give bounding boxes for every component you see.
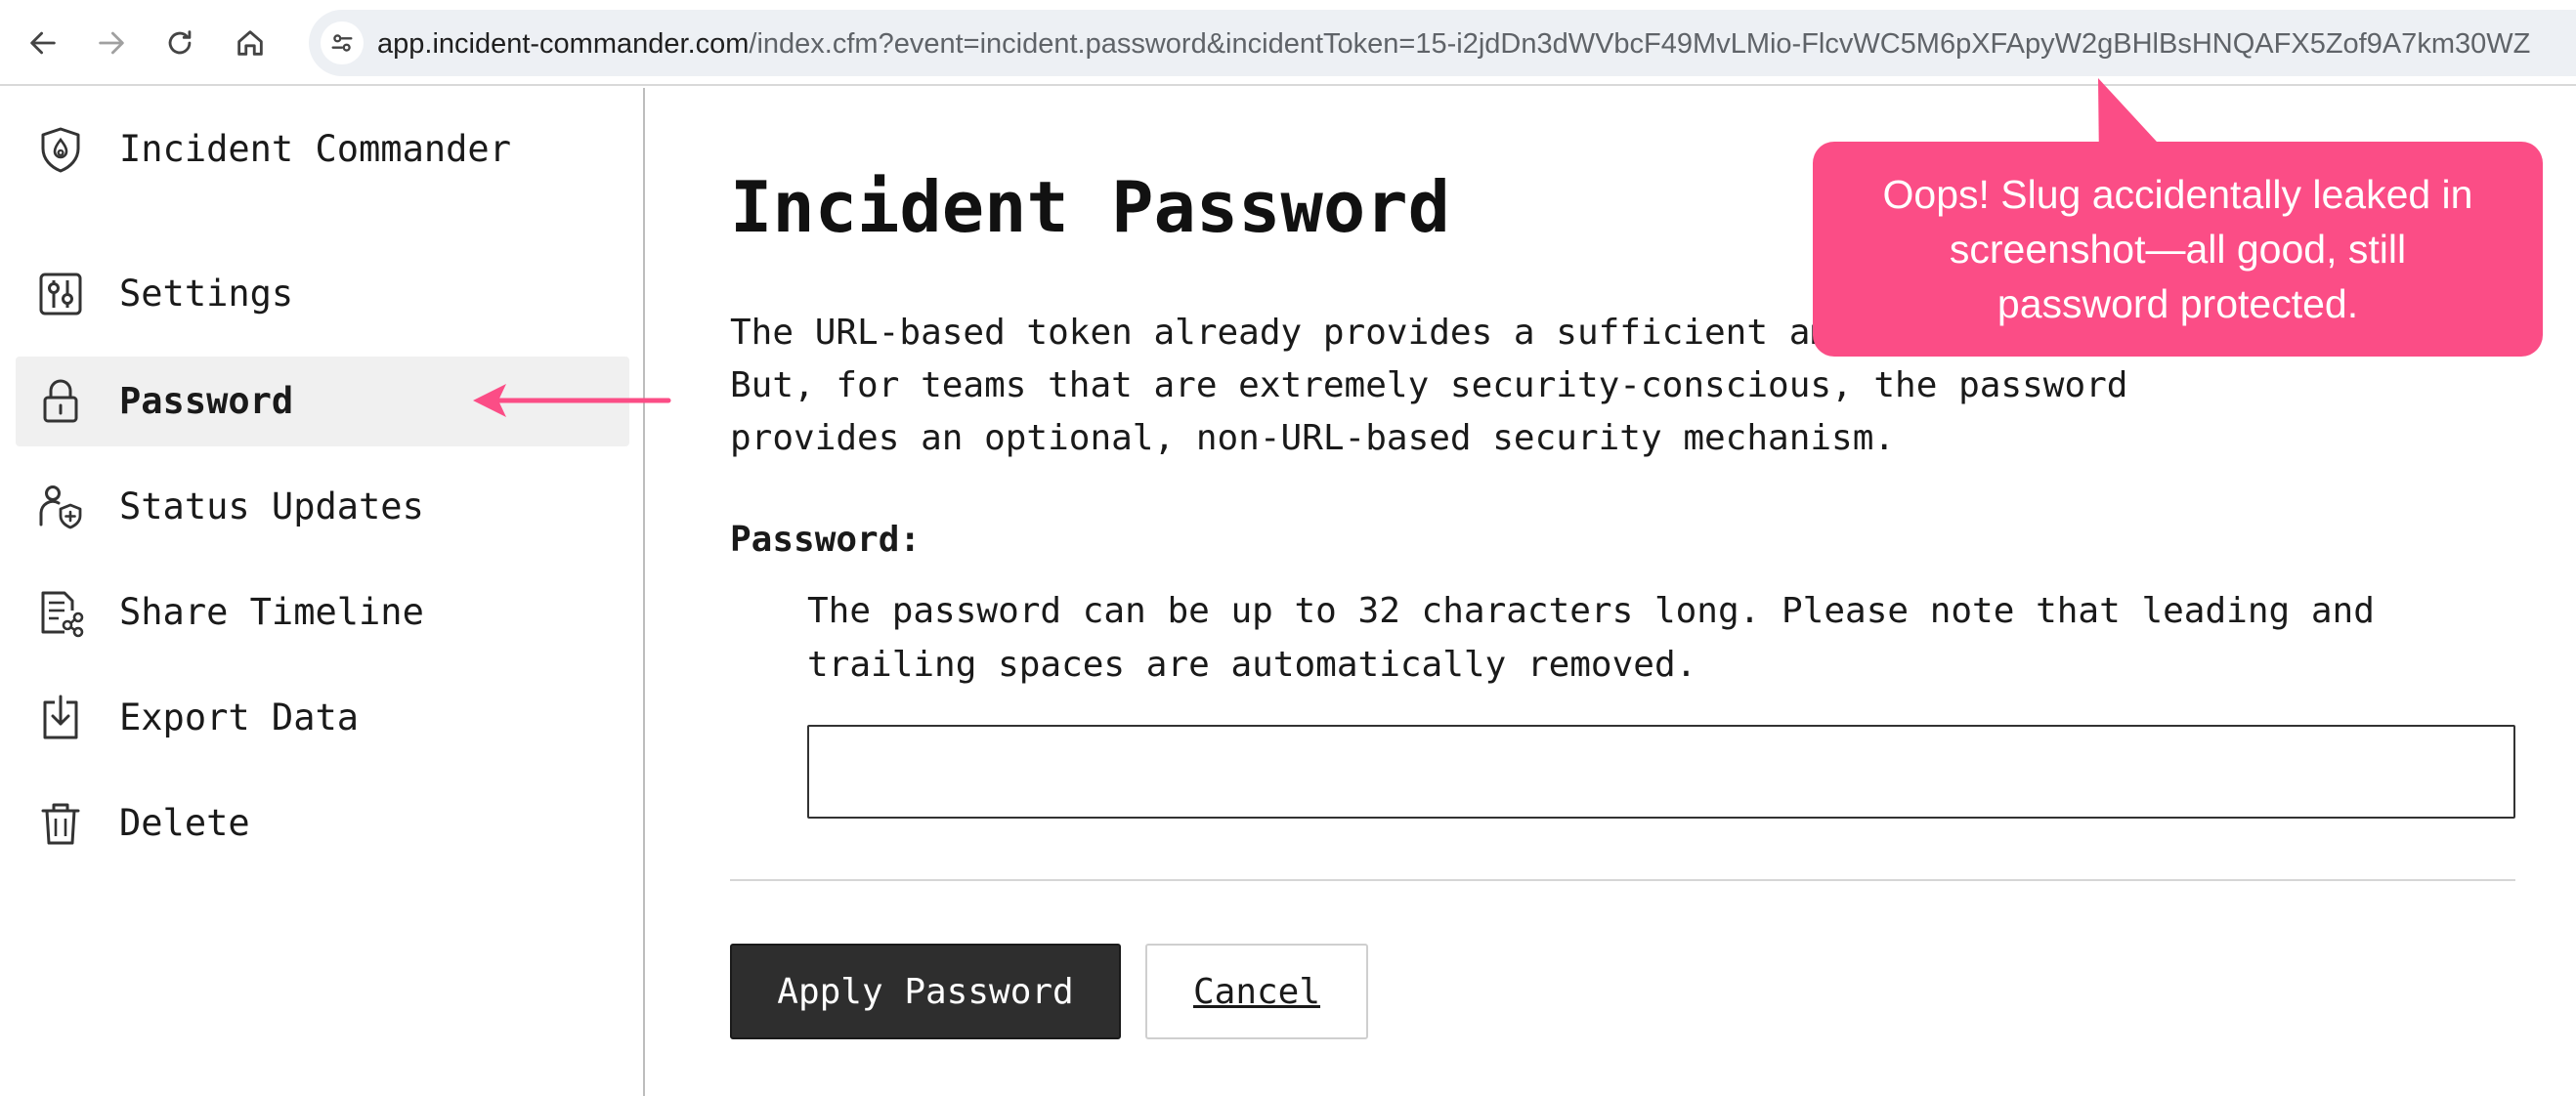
password-input[interactable] bbox=[807, 725, 2515, 819]
tune-icon bbox=[331, 34, 353, 52]
arrow-left-icon bbox=[30, 31, 56, 55]
home-button[interactable] bbox=[221, 14, 279, 72]
home-icon bbox=[237, 30, 263, 56]
sidebar-item-status-updates[interactable]: Status Updates bbox=[16, 462, 629, 552]
trash-icon bbox=[35, 798, 86, 849]
sidebar-item-label: Settings bbox=[119, 273, 294, 315]
form-divider bbox=[730, 879, 2515, 881]
shield-flame-icon bbox=[35, 124, 86, 175]
sidebar-item-settings[interactable]: Settings bbox=[16, 249, 629, 339]
back-button[interactable] bbox=[14, 14, 72, 72]
sidebar-item-label: Export Data bbox=[119, 696, 360, 738]
sidebar-item-label: Share Timeline bbox=[119, 591, 424, 633]
sidebar-item-delete[interactable]: Delete bbox=[16, 779, 629, 868]
sidebar: Incident Commander Settings Password Sta… bbox=[0, 88, 645, 1096]
sidebar-item-share-timeline[interactable]: Share Timeline bbox=[16, 568, 629, 657]
site-info-button[interactable] bbox=[321, 21, 364, 64]
sidebar-item-label: Status Updates bbox=[119, 485, 424, 527]
document-share-icon bbox=[35, 587, 86, 638]
page-title: Incident Password bbox=[730, 166, 1450, 248]
sliders-icon bbox=[35, 269, 86, 319]
apply-password-button[interactable]: Apply Password bbox=[730, 944, 1121, 1039]
forward-button[interactable] bbox=[82, 14, 141, 72]
reload-icon bbox=[168, 30, 192, 55]
reload-button[interactable] bbox=[150, 14, 209, 72]
sidebar-item-label: Delete bbox=[119, 802, 250, 844]
sidebar-item-export-data[interactable]: Export Data bbox=[16, 673, 629, 763]
url-path: /index.cfm?event=incident.password&incid… bbox=[749, 28, 2531, 60]
sidebar-item-label: Incident Commander bbox=[119, 128, 511, 170]
cancel-button[interactable]: Cancel bbox=[1145, 944, 1368, 1039]
url-text[interactable]: app.incident-commander.com/index.cfm?eve… bbox=[377, 23, 2576, 64]
download-box-icon bbox=[35, 693, 86, 743]
url-host: app.incident-commander.com bbox=[377, 28, 750, 60]
person-shield-icon bbox=[35, 482, 86, 532]
annotation-callout: Oops! Slug accidentally leaked in screen… bbox=[1813, 142, 2543, 357]
sidebar-item-label: Password bbox=[119, 380, 294, 422]
password-help-text: The password can be up to 32 characters … bbox=[807, 591, 2375, 685]
annotation-arrow-icon bbox=[473, 384, 671, 417]
password-field-label: Password: bbox=[730, 520, 922, 560]
sidebar-item-incident-commander[interactable]: Incident Commander bbox=[16, 105, 629, 194]
arrow-right-icon bbox=[99, 31, 124, 55]
lock-icon bbox=[35, 376, 86, 427]
